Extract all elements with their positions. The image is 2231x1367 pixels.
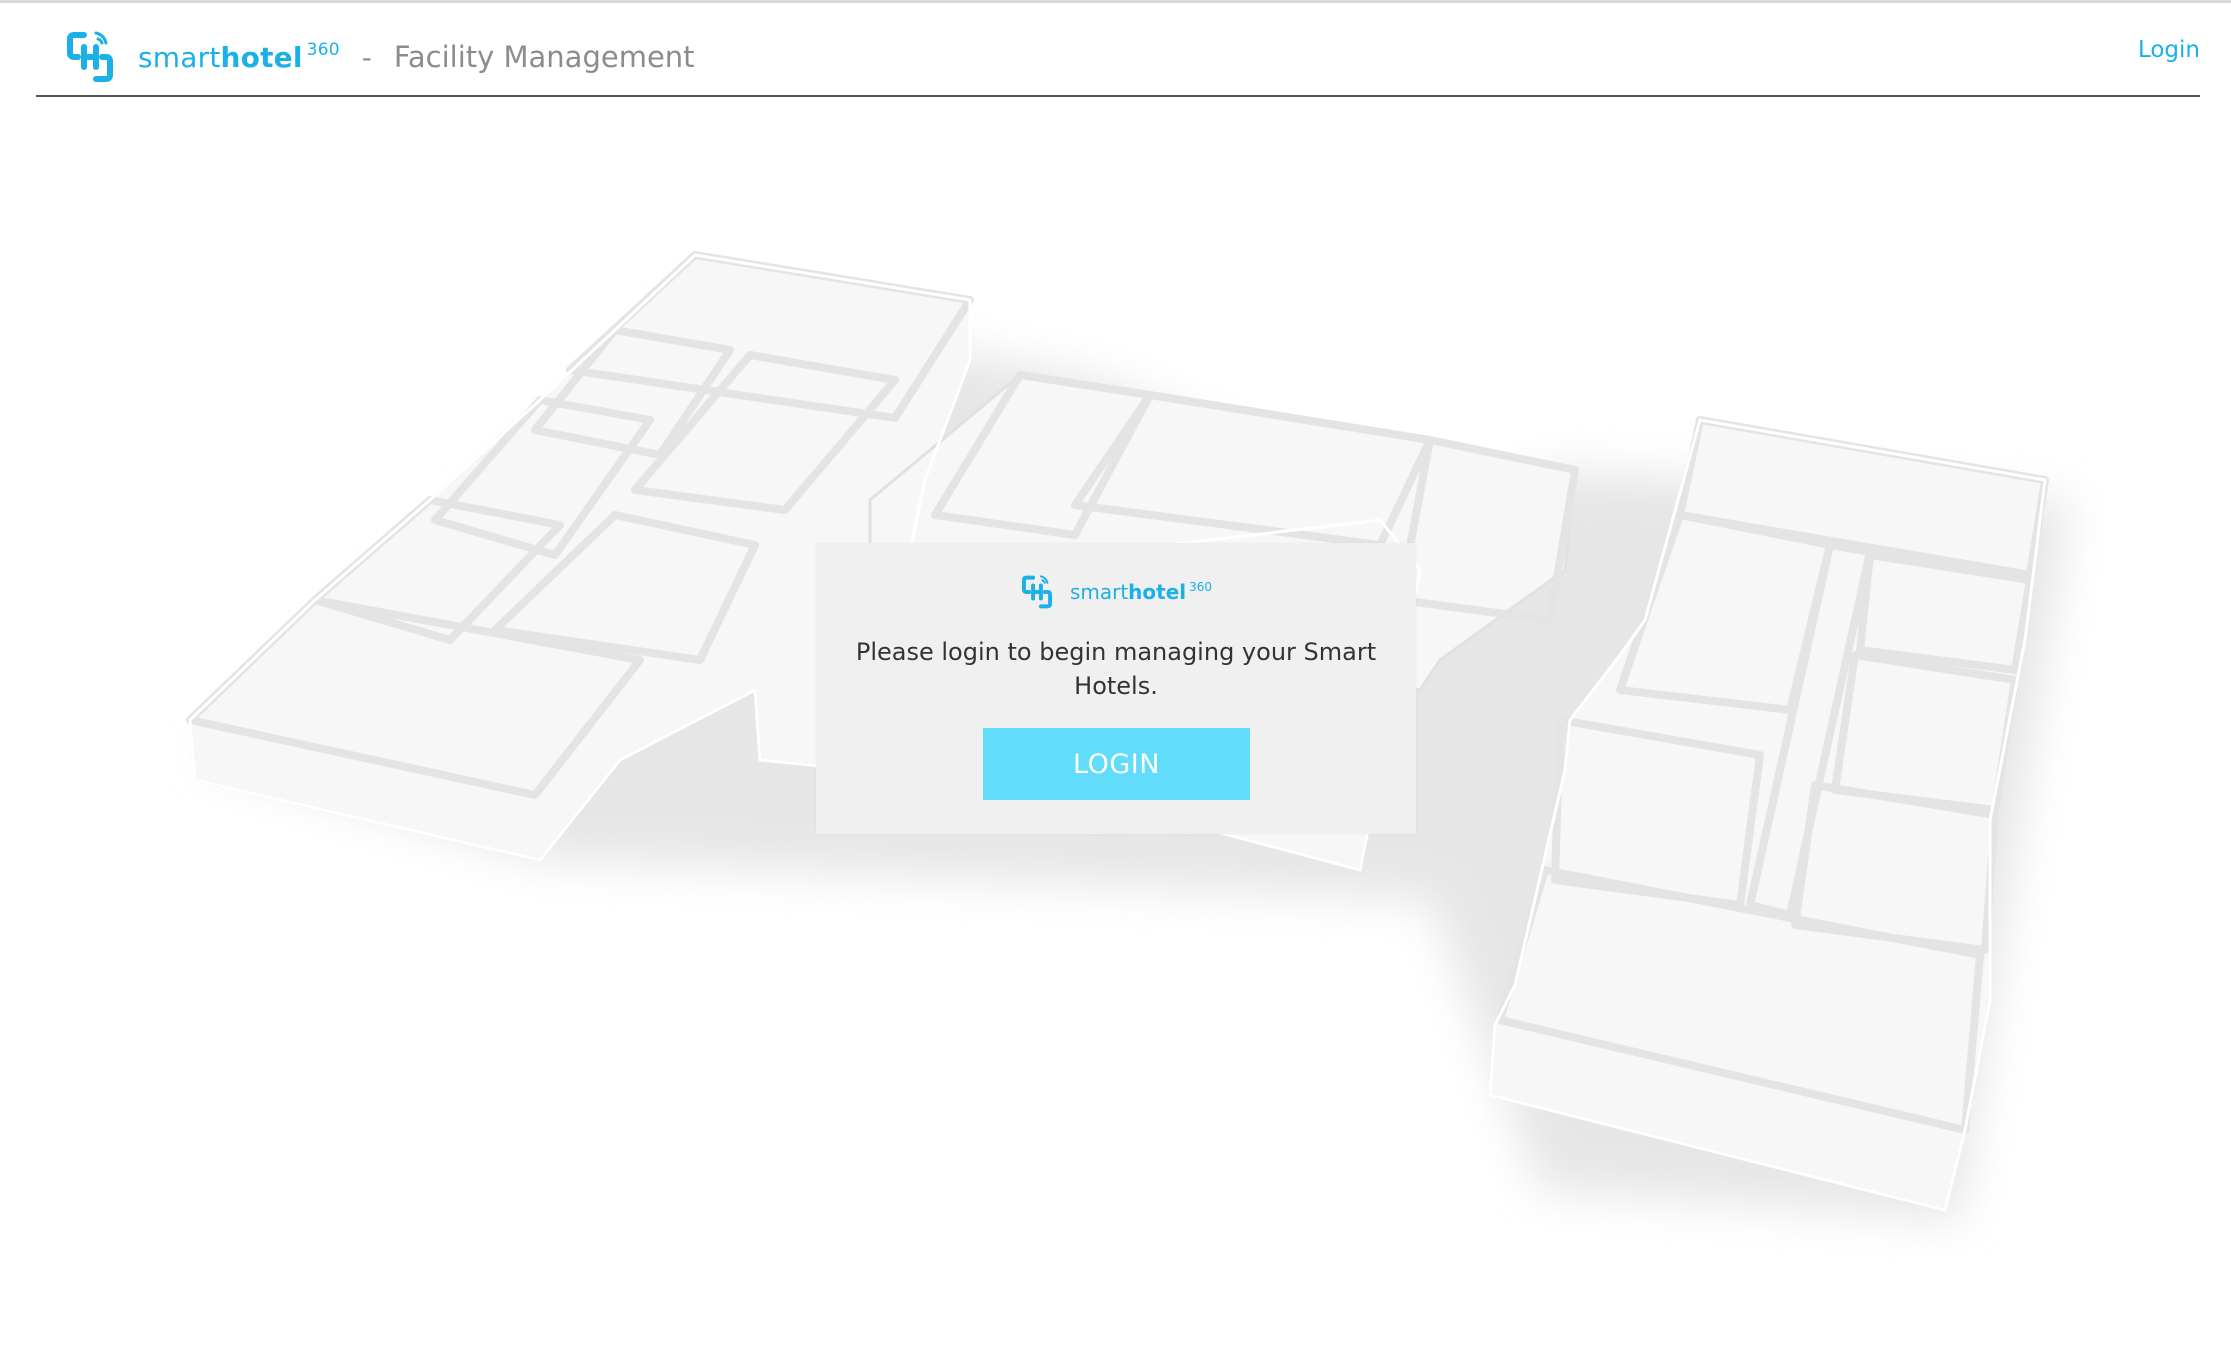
card-brand: smarthotel 360	[816, 573, 1416, 611]
brand[interactable]: smarthotel 360 - Facility Management	[64, 27, 695, 87]
smarthotel-logo-icon	[67, 31, 113, 82]
smarthotel-logo-icon	[1021, 575, 1052, 609]
login-message: Please login to begin managing your Smar…	[855, 638, 1377, 700]
brand-name: smarthotel 360	[138, 40, 340, 74]
app-subtitle: Facility Management	[393, 40, 695, 74]
app-root: smarthotel 360 - Facility Management Logi…	[0, 0, 2231, 1367]
login-card: smarthotel 360 Please login to begin mana…	[816, 543, 1416, 834]
login-button[interactable]: LOGIN	[983, 728, 1250, 800]
header-login-link[interactable]: Login	[2138, 37, 2200, 63]
card-brand-name: smarthotel 360	[1069, 580, 1213, 604]
site-header: smarthotel 360 - Facility Management Logi…	[36, 3, 2200, 97]
brand-separator: -	[361, 40, 372, 74]
